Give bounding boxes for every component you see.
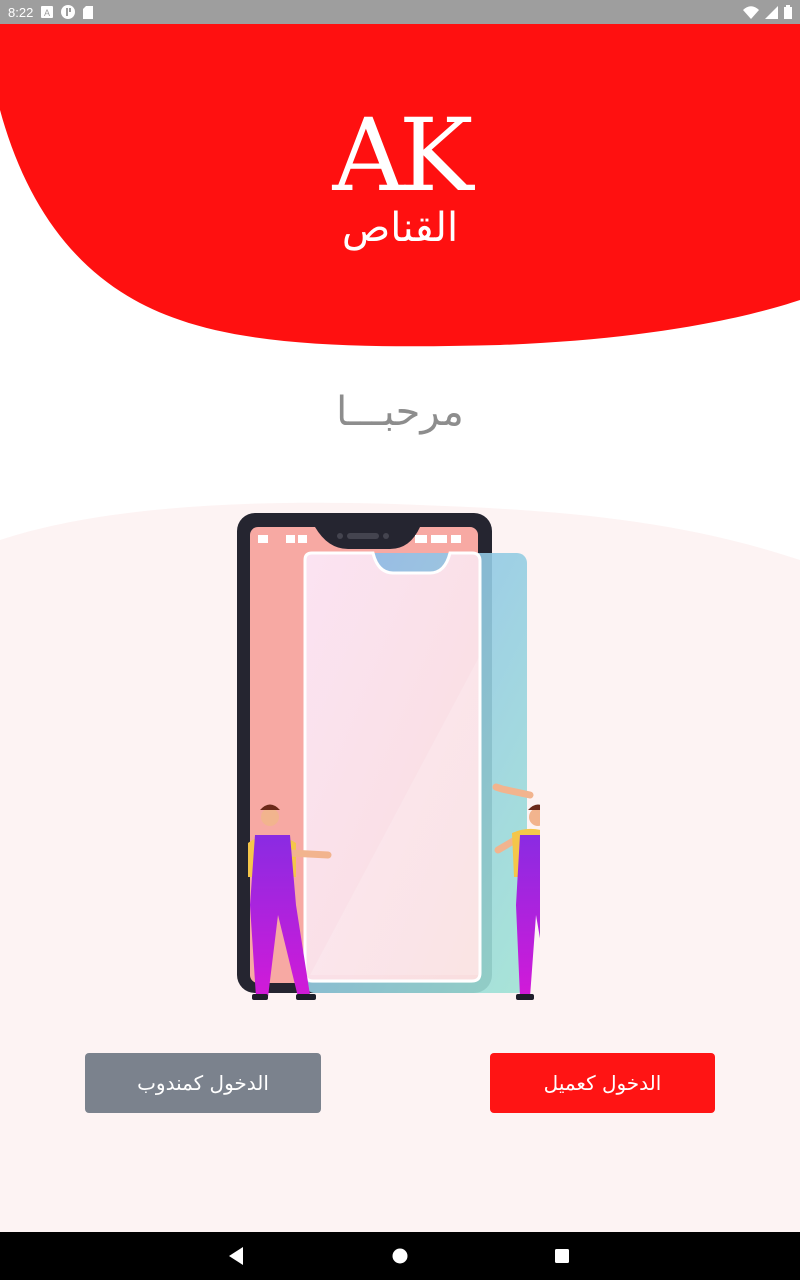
client-login-button[interactable]: الدخول كعميل bbox=[490, 1053, 715, 1113]
wifi-icon bbox=[743, 5, 759, 19]
agent-login-button[interactable]: الدخول كمندوب bbox=[85, 1053, 321, 1113]
back-icon[interactable] bbox=[227, 1246, 247, 1266]
sd-card-icon bbox=[83, 5, 94, 19]
logo-mark: AK bbox=[332, 97, 474, 214]
app-logo: AK القناص bbox=[320, 97, 480, 258]
svg-text:A: A bbox=[44, 8, 50, 18]
status-time: 8:22 bbox=[8, 4, 34, 20]
recents-icon[interactable] bbox=[552, 1246, 572, 1266]
signal-icon bbox=[765, 5, 778, 19]
status-bar: 8:22 A bbox=[0, 0, 800, 24]
navigation-bar bbox=[0, 1232, 800, 1280]
home-icon[interactable] bbox=[390, 1246, 410, 1266]
battery-icon bbox=[784, 5, 792, 19]
accessibility-icon: A bbox=[41, 6, 54, 18]
logo-subtitle: القناص bbox=[341, 205, 459, 251]
phone-illustration bbox=[237, 513, 540, 1000]
welcome-text: مرحبـــا bbox=[336, 389, 464, 435]
app-icon bbox=[61, 5, 76, 19]
